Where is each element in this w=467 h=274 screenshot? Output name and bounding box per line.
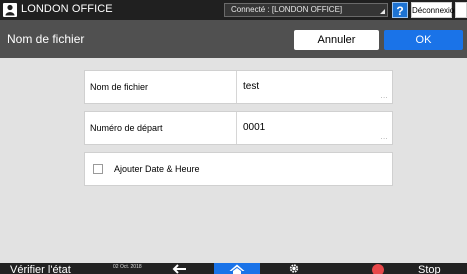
logout-button[interactable]: Déconnexion bbox=[411, 2, 459, 18]
add-date-time-label: Ajouter Date & Heure bbox=[114, 164, 200, 174]
filename-row[interactable]: Nom de fichier test ... bbox=[84, 70, 393, 104]
moon-icon bbox=[459, 6, 464, 16]
stop-icon[interactable] bbox=[372, 264, 384, 274]
energy-saver-button[interactable] bbox=[455, 2, 467, 18]
expand-corner-icon bbox=[380, 9, 385, 14]
home-icon bbox=[229, 264, 245, 274]
user-icon[interactable] bbox=[3, 3, 17, 17]
more-dots-icon: ... bbox=[380, 93, 388, 100]
more-dots-icon: ... bbox=[380, 134, 388, 141]
top-status-bar: LONDON OFFICE Connecté : [LONDON OFFICE]… bbox=[0, 0, 467, 20]
page-title: Nom de fichier bbox=[7, 32, 85, 46]
stop-button[interactable]: Stop bbox=[418, 263, 441, 274]
back-icon[interactable] bbox=[172, 263, 188, 274]
gear-icon[interactable] bbox=[287, 263, 301, 274]
date-display: 02 Oct. 2018 bbox=[113, 264, 142, 270]
start-number-field[interactable]: 0001 bbox=[237, 112, 392, 144]
connection-status-text: Connecté : [LONDON OFFICE] bbox=[231, 5, 343, 14]
cancel-button[interactable]: Annuler bbox=[294, 30, 379, 50]
filename-label: Nom de fichier bbox=[85, 71, 237, 103]
start-number-row[interactable]: Numéro de départ 0001 ... bbox=[84, 111, 393, 145]
help-button[interactable]: ? bbox=[392, 2, 408, 18]
main-content: Nom de fichier test ... Numéro de départ… bbox=[0, 58, 467, 263]
home-button[interactable] bbox=[214, 263, 260, 274]
office-name: LONDON OFFICE bbox=[21, 3, 113, 15]
bottom-bar: Vérifier l'état 02 Oct. 2018 Stop bbox=[0, 263, 467, 274]
add-date-time-row[interactable]: Ajouter Date & Heure bbox=[84, 152, 393, 186]
start-number-label: Numéro de départ bbox=[85, 112, 237, 144]
filename-field[interactable]: test bbox=[237, 71, 392, 103]
ok-button[interactable]: OK bbox=[384, 30, 463, 50]
check-status-button[interactable]: Vérifier l'état bbox=[10, 263, 71, 274]
connection-status[interactable]: Connecté : [LONDON OFFICE] bbox=[224, 3, 388, 17]
add-date-time-checkbox[interactable] bbox=[93, 164, 103, 174]
title-bar: Nom de fichier Annuler OK bbox=[0, 20, 467, 58]
